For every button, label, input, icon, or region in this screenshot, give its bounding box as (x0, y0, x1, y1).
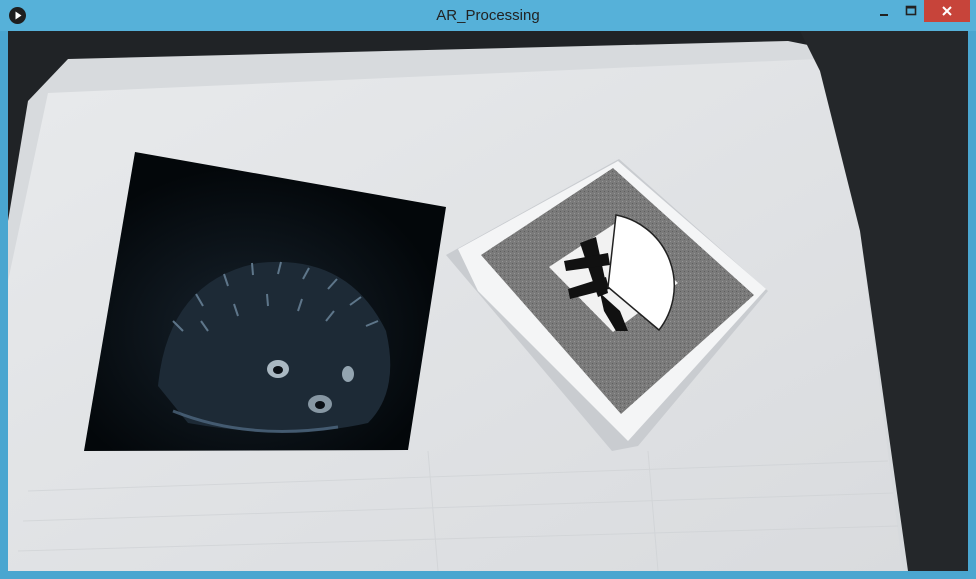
window-title: AR_Processing (436, 7, 540, 24)
close-button[interactable] (924, 0, 970, 22)
app-window: AR_Processing (0, 0, 976, 579)
camera-frame (8, 31, 968, 571)
minimize-button[interactable] (870, 0, 898, 22)
close-icon (942, 6, 952, 16)
title-bar[interactable]: AR_Processing (0, 0, 976, 31)
maximize-button[interactable] (898, 0, 924, 22)
sketch-canvas[interactable] (8, 31, 968, 571)
minimize-icon (880, 14, 888, 16)
maximize-icon (905, 5, 917, 16)
